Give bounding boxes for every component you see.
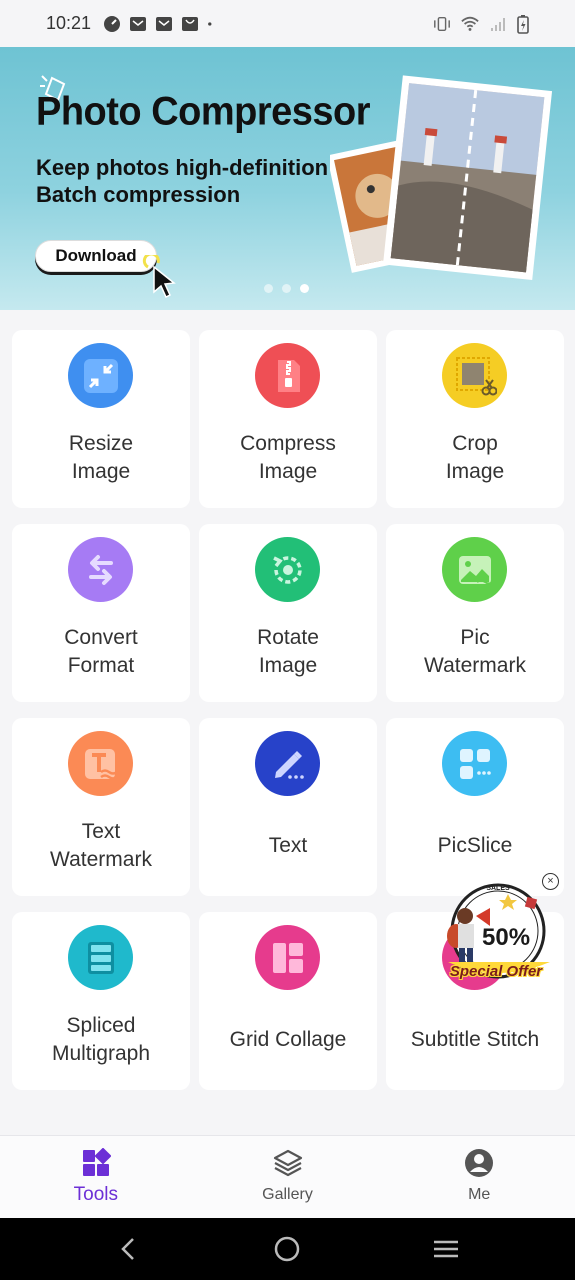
tool-label: Text Watermark: [50, 820, 152, 871]
tool-label: Text: [268, 834, 308, 857]
banner-pager: [264, 284, 309, 293]
tool-label: Subtitle Stitch: [410, 1028, 540, 1051]
offer-text: Special Offer: [449, 963, 543, 980]
nav-label: Tools: [73, 1184, 119, 1205]
layers-icon: [273, 1149, 302, 1177]
recents-menu-icon[interactable]: [431, 1234, 461, 1264]
tool-label: Rotate Image: [257, 626, 319, 677]
status-bar: 10:21: [0, 0, 575, 47]
mail-icon: [130, 16, 147, 31]
crop-scissors-icon: [442, 343, 507, 408]
offer-sales-text: SALES: [486, 885, 510, 892]
tool-label: Crop Image: [445, 432, 505, 483]
tool-label: Grid Collage: [229, 1028, 347, 1051]
nav-me[interactable]: Me: [383, 1136, 575, 1218]
status-notification-icons: [103, 15, 217, 33]
tool-label: Resize Image: [68, 432, 134, 483]
tool-label: Convert Format: [64, 626, 138, 677]
tool-pic-watermark[interactable]: Pic Watermark: [386, 524, 564, 702]
tool-compress-image[interactable]: Compress Image: [199, 330, 377, 508]
resize-icon: [68, 343, 133, 408]
promo-banner[interactable]: Photo Compressor Keep photos high-defini…: [0, 47, 575, 310]
bag-icon: [182, 16, 199, 31]
picture-watermark-icon: [442, 537, 507, 602]
photo-collage-illustration: [330, 75, 553, 281]
convert-arrows-icon: [68, 537, 133, 602]
tools-grid-icon: [82, 1148, 111, 1176]
speed-icon: [104, 15, 121, 32]
tool-text-watermark[interactable]: Text Watermark: [12, 718, 190, 896]
back-icon[interactable]: [114, 1234, 144, 1264]
signal-icon: [491, 17, 505, 31]
nav-label: Me: [468, 1186, 491, 1203]
close-offer-button[interactable]: ×: [542, 873, 559, 890]
tool-resize-image[interactable]: Resize Image: [12, 330, 190, 508]
bottom-navigation: Tools Gallery Me: [0, 1135, 575, 1218]
pencil-icon: [255, 731, 320, 796]
system-navigation-bar: [0, 1218, 575, 1280]
tool-grid-collage[interactable]: Grid Collage: [199, 912, 377, 1090]
tool-label: Pic Watermark: [424, 626, 526, 677]
cursor-icon: [142, 255, 176, 299]
banner-title: Photo Compressor: [36, 89, 371, 135]
banner-subtitle-line1: Keep photos high-definition: [36, 155, 329, 180]
slice-grid-icon: [442, 731, 507, 796]
tool-spliced-multigraph[interactable]: Spliced Multigraph: [12, 912, 190, 1090]
tool-rotate-image[interactable]: Rotate Image: [199, 524, 377, 702]
tool-label: PicSlice: [437, 834, 513, 857]
tool-text[interactable]: Text: [199, 718, 377, 896]
tool-label: Spliced Multigraph: [51, 1014, 151, 1065]
vibrate-icon: [434, 16, 450, 31]
battery-charging-icon: [517, 14, 529, 34]
tool-convert-format[interactable]: Convert Format: [12, 524, 190, 702]
offer-percent: 50%: [482, 924, 531, 951]
pager-dot[interactable]: [264, 284, 273, 293]
status-system-icons: [433, 14, 529, 34]
tool-picslice[interactable]: PicSlice: [386, 718, 564, 896]
wifi-icon: [461, 16, 479, 31]
nav-gallery[interactable]: Gallery: [192, 1136, 384, 1218]
mail-icon: [156, 16, 173, 31]
status-time: 10:21: [46, 13, 92, 33]
tool-label: Compress Image: [240, 432, 336, 483]
nav-label: Gallery: [262, 1186, 313, 1203]
text-watermark-icon: [68, 731, 133, 796]
nav-tools[interactable]: Tools: [0, 1136, 192, 1218]
zip-file-icon: [255, 343, 320, 408]
banner-subtitle-line2: Batch compression: [36, 182, 241, 207]
download-button[interactable]: Download: [35, 240, 157, 272]
tool-crop-image[interactable]: Crop Image: [386, 330, 564, 508]
dot-icon: [208, 21, 212, 26]
pager-dot[interactable]: [282, 284, 291, 293]
grid-collage-icon: [255, 925, 320, 990]
home-icon[interactable]: [272, 1234, 302, 1264]
pager-dot-active[interactable]: [300, 284, 309, 293]
spliced-layers-icon: [68, 925, 133, 990]
profile-icon: [465, 1149, 494, 1177]
rotate-icon: [255, 537, 320, 602]
